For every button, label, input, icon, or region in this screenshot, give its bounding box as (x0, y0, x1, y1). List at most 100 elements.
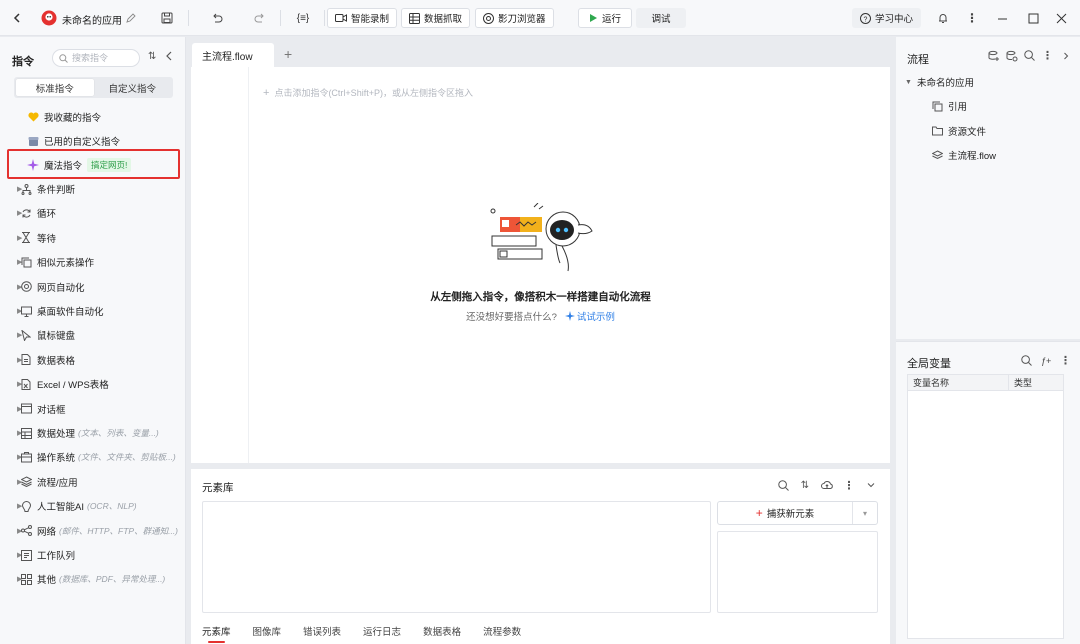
cloud-upload-icon[interactable] (820, 478, 834, 492)
more-vertical-icon[interactable]: ⋮ (1041, 49, 1054, 62)
close-icon[interactable] (1052, 9, 1070, 27)
tab-custom-commands[interactable]: 自定义指令 (94, 79, 172, 96)
flow-tree-item[interactable]: 引用 (931, 99, 967, 113)
more-vertical-icon[interactable]: ⋮ (842, 478, 856, 492)
command-group-item[interactable]: ▶ 其他 (数据库、PDF、异常处理...) (0, 569, 185, 589)
variable-braces-icon[interactable]: {≡} (292, 9, 314, 27)
sort-icon[interactable]: ⇅ (148, 51, 156, 62)
grid-icon (19, 572, 33, 586)
command-group-item[interactable]: ▶ 对话框 (0, 399, 185, 419)
column-variable-type[interactable]: 类型 (1009, 375, 1032, 390)
caret-right-icon: ▶ (17, 527, 23, 535)
bottom-tab[interactable]: 图像库 (253, 619, 282, 643)
bottom-tab[interactable]: 运行日志 (363, 619, 401, 643)
sparkle-icon (26, 158, 40, 172)
bell-icon[interactable] (934, 9, 952, 27)
command-search-input[interactable] (72, 53, 132, 63)
bottom-tab[interactable]: 数据表格 (423, 619, 461, 643)
command-type-tabs: 标准指令 自定义指令 (14, 77, 173, 98)
save-icon[interactable] (158, 9, 176, 27)
run-button[interactable]: 运行 (578, 8, 632, 28)
rename-pencil-icon[interactable] (122, 9, 140, 27)
learning-center-button[interactable]: ? 学习中心 (852, 8, 922, 28)
empty-state-question: 还没想好要搭点什么? (466, 312, 557, 323)
flow-tree-item[interactable]: 主流程.flow (931, 148, 996, 162)
more-vertical-icon[interactable]: ⋮ (963, 9, 981, 27)
bottom-tab[interactable]: 流程参数 (483, 619, 521, 643)
caret-right-icon: ▶ (17, 283, 23, 291)
command-group-item[interactable]: ▶ 等待 (0, 228, 185, 248)
command-search-box[interactable] (52, 49, 140, 67)
add-tab-icon[interactable]: + (284, 46, 292, 62)
search-icon[interactable] (1023, 49, 1036, 62)
command-group-item[interactable]: ▶ 循环 (0, 203, 185, 223)
more-vertical-icon[interactable]: ⋮ (1059, 354, 1072, 367)
bottom-tab-bar: 元素库 图像库 错误列表 运行日志 数据表格 流程参数 (202, 619, 521, 643)
search-icon[interactable] (1020, 354, 1033, 367)
command-group-item[interactable]: ▶ 数据表格 (0, 350, 185, 370)
command-group-label: 条件判断 (37, 185, 76, 196)
flow-tree-item[interactable]: 资源文件 (931, 124, 986, 138)
add-command-hint[interactable]: + 点击添加指令(Ctrl+Shift+P)，或从左侧指令区拖入 (263, 86, 473, 99)
command-group-item[interactable]: ▶ 流程/应用 (0, 472, 185, 492)
try-example-link[interactable]: 试试示例 (564, 309, 615, 323)
capture-dropdown-icon[interactable]: ▾ (853, 509, 877, 518)
empty-state-title: 从左侧拖入指令，像搭积木一样搭建自动化流程 (430, 291, 651, 303)
command-group-item[interactable]: ▶ 鼠标键盘 (0, 325, 185, 345)
search-icon[interactable] (776, 478, 790, 492)
smart-record-button[interactable]: 智能录制 (327, 8, 398, 28)
cursor-icon (19, 328, 33, 342)
command-group-item[interactable]: ▶ 数据处理 (文本、列表、变量...) (0, 423, 185, 443)
flow-tree-root[interactable]: ▼ 未命名的应用 (905, 75, 974, 89)
capture-element-button[interactable]: + 捕获新元素 ▾ (717, 501, 878, 525)
system-icon (19, 450, 33, 464)
collapse-panel-icon[interactable] (164, 50, 174, 62)
undo-icon[interactable] (208, 9, 226, 27)
command-group-label: 工作队列 (37, 551, 76, 562)
sheet-icon (19, 353, 33, 367)
command-group-hint: (数据库、PDF、异常处理...) (59, 574, 166, 585)
favorite-command-item[interactable]: 已用的自定义指令 (0, 131, 185, 151)
shadow-browser-button[interactable]: 影刀浏览器 (475, 8, 554, 28)
minimize-icon[interactable] (993, 9, 1011, 27)
element-list-area[interactable] (202, 501, 711, 613)
capture-element-main[interactable]: + 捕获新元素 (718, 502, 853, 524)
command-group-item[interactable]: ▶ 网页自动化 (0, 277, 185, 297)
command-group-item[interactable]: ▶ 桌面软件自动化 (0, 301, 185, 321)
command-group-item[interactable]: ▶ 人工智能AI (OCR、NLP) (0, 496, 185, 516)
back-icon[interactable] (8, 9, 26, 27)
debug-button[interactable]: 调试 (636, 8, 686, 28)
magic-command-item[interactable]: 魔法指令 搞定网页! (0, 155, 185, 175)
data-capture-button[interactable]: 数据抓取 (401, 8, 471, 28)
video-camera-icon (335, 13, 347, 23)
command-group-item[interactable]: ▶ 工作队列 (0, 545, 185, 565)
chevron-right-icon[interactable] (1059, 49, 1072, 62)
tab-standard-commands[interactable]: 标准指令 (16, 79, 94, 96)
caret-right-icon: ▶ (17, 454, 23, 462)
favorite-command-item[interactable]: 我收藏的指令 (0, 107, 185, 127)
table-icon (409, 12, 420, 24)
command-group-item[interactable]: ▶ Excel / WPS表格 (0, 374, 185, 394)
command-group-item[interactable]: ▶ 操作系统 (文件、文件夹、剪贴板...) (0, 447, 185, 467)
command-group-item[interactable]: ▶ 网络 (邮件、HTTP、FTP、群通知...) (0, 521, 185, 541)
command-group-label: 其他 (37, 575, 57, 587)
chevron-down-icon[interactable] (864, 478, 878, 492)
flow-settings-icon[interactable] (1005, 49, 1018, 62)
magic-badge: 搞定网页! (87, 158, 132, 172)
flow-editor[interactable]: + 点击添加指令(Ctrl+Shift+P)，或从左侧指令区拖入 从左侧拖入指令… (191, 67, 890, 463)
add-flow-icon[interactable] (987, 49, 1000, 62)
function-icon[interactable]: ƒ+ (1038, 354, 1054, 367)
heart-icon (26, 110, 40, 124)
tab-main-flow[interactable]: 主流程.flow (192, 43, 274, 67)
copy-icon (19, 255, 33, 269)
column-variable-name[interactable]: 变量名称 (908, 375, 1009, 390)
command-group-item[interactable]: ▶ 条件判断 (0, 179, 185, 199)
bottom-tab[interactable]: 错误列表 (303, 619, 341, 643)
redo-icon[interactable] (251, 9, 269, 27)
command-group-item[interactable]: ▶ 相似元素操作 (0, 252, 185, 272)
command-item-label: 已用的自定义指令 (44, 137, 121, 148)
bottom-tab[interactable]: 元素库 (202, 619, 231, 643)
maximize-icon[interactable] (1024, 9, 1042, 27)
browser-icon (483, 12, 494, 24)
sort-icon[interactable]: ⇅ (798, 478, 812, 492)
